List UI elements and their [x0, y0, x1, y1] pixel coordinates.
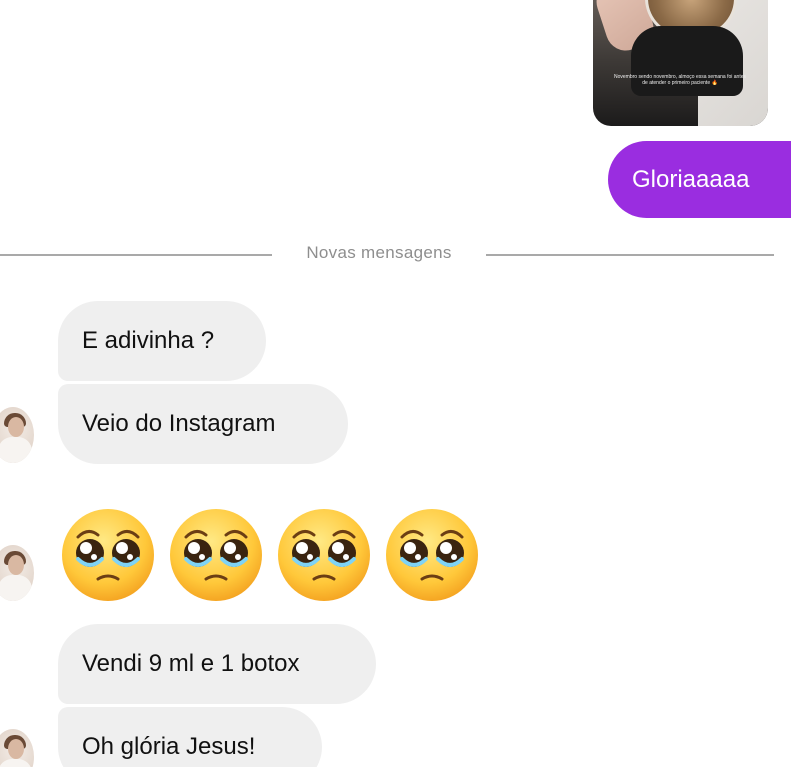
avatar-face	[8, 739, 24, 759]
pleading-face-emoji	[276, 505, 384, 605]
contact-avatar[interactable]	[0, 729, 34, 767]
avatar-face	[8, 555, 24, 575]
divider-line-right	[486, 254, 774, 256]
pleading-face-emoji	[60, 505, 168, 605]
avatar-body	[0, 759, 32, 767]
avatar-body	[0, 437, 32, 463]
story-caption: Novembro sendo novembro, almoço essa sem…	[613, 74, 746, 86]
avatar-body	[0, 575, 32, 601]
emoji-message[interactable]	[60, 505, 492, 605]
contact-avatar[interactable]	[0, 407, 34, 463]
contact-avatar[interactable]	[0, 545, 34, 601]
avatar-face	[8, 417, 24, 437]
pleading-face-emoji	[384, 505, 492, 605]
received-message-bubble[interactable]: Oh glória Jesus!	[58, 707, 322, 767]
pleading-face-emoji	[168, 505, 276, 605]
received-message-bubble[interactable]: E adivinha ?	[58, 301, 266, 381]
sent-message-bubble[interactable]: Gloriaaaaa	[608, 141, 791, 218]
received-message-bubble[interactable]: Vendi 9 ml e 1 botox	[58, 624, 376, 704]
sent-story-image[interactable]: Novembro sendo novembro, almoço essa sem…	[593, 0, 768, 126]
chat-thread: Novembro sendo novembro, almoço essa sem…	[0, 0, 791, 767]
divider-line-left	[0, 254, 272, 256]
new-messages-divider-label: Novas mensagens	[306, 243, 452, 262]
received-message-bubble[interactable]: Veio do Instagram	[58, 384, 348, 464]
